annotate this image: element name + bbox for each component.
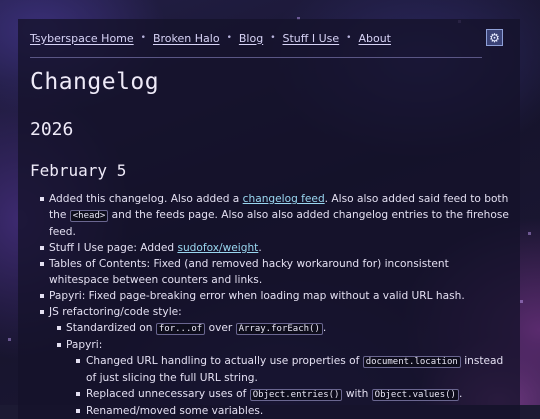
code-snippet: Object.entries() — [249, 389, 343, 401]
sparkle-decoration — [528, 232, 531, 235]
entry-text: Papyri: Fixed page-breaking error when l… — [49, 290, 465, 302]
page-title: Changelog — [30, 69, 160, 95]
code-snippet: <head> — [69, 210, 109, 222]
year-heading: 2026 — [30, 119, 74, 140]
nav-separator: • — [270, 33, 276, 43]
sub-sub-list: Changed URL handling to actually use pro… — [66, 353, 510, 419]
nav-separator: • — [226, 33, 232, 43]
entry-text: JS refactoring/code style: — [49, 306, 182, 318]
list-item: Papyri: Fixed page-breaking error when l… — [18, 288, 510, 304]
entry-text: Standardized on — [66, 322, 156, 334]
nav-link-about[interactable]: About — [358, 32, 391, 45]
list-item: Added this changelog. Also added a chang… — [18, 191, 510, 240]
entry-text: Stuff I Use page: Added — [49, 242, 178, 254]
list-item: Replaced unnecessary uses of Object.entr… — [66, 386, 510, 403]
list-item: Changed URL handling to actually use pro… — [66, 353, 510, 386]
list-item: Tables of Contents: Fixed (and removed h… — [18, 256, 510, 288]
date-heading: February 5 — [30, 161, 127, 180]
code-snippet: document.location — [362, 356, 461, 368]
changelog-content: Added this changelog. Also added a chang… — [18, 191, 510, 419]
entry-text: over — [205, 322, 236, 334]
weight-link[interactable]: sudofox/weight — [177, 242, 258, 254]
entry-text: . — [258, 242, 262, 254]
entry-text: Papyri: — [66, 339, 103, 351]
nav-separator: • — [140, 33, 146, 43]
entry-text: and the feeds page. Also also also added… — [49, 209, 509, 238]
code-snippet: for...of — [155, 323, 206, 335]
sparkle-decoration — [520, 300, 523, 303]
entry-text: . — [458, 388, 463, 400]
entry-text: . — [322, 322, 327, 334]
code-snippet: Array.forEach() — [235, 323, 323, 335]
list-item: JS refactoring/code style: Standardized … — [18, 304, 510, 419]
nav-link-home[interactable]: Tsyberspace Home — [30, 32, 134, 45]
entry-text: Added this changelog. Also added a — [49, 193, 243, 205]
nav-divider — [30, 57, 482, 58]
entry-text: with — [342, 388, 372, 400]
nav-link-broken-halo[interactable]: Broken Halo — [153, 32, 220, 45]
list-item: Stuff I Use page: Added sudofox/weight. — [18, 240, 510, 256]
nav-link-blog[interactable]: Blog — [239, 32, 263, 45]
list-item: Standardized on for...of over Array.forE… — [49, 320, 510, 337]
nav-link-stuff-i-use[interactable]: Stuff I Use — [283, 32, 340, 45]
entry-text: Tables of Contents: Fixed (and removed h… — [49, 258, 449, 286]
list-item: Renamed/moved some variables. — [66, 403, 510, 419]
content-panel: Tsyberspace Home • Broken Halo • Blog • … — [18, 19, 520, 419]
code-snippet: Object.values() — [371, 389, 459, 401]
entry-text: Replaced unnecessary uses of — [86, 388, 250, 400]
nav-separator: • — [346, 33, 352, 43]
changelog-list: Added this changelog. Also added a chang… — [18, 191, 510, 419]
sub-list: Standardized on for...of over Array.forE… — [49, 320, 510, 419]
list-item: Papyri: Changed URL handling to actually… — [49, 337, 510, 419]
gear-icon: ⚙ — [489, 30, 500, 45]
entry-text: Renamed/moved some variables. — [86, 405, 264, 417]
entry-text: Changed URL handling to actually use pro… — [86, 355, 363, 367]
changelog-feed-link[interactable]: changelog feed — [243, 193, 325, 205]
sparkle-decoration — [8, 338, 11, 341]
settings-button[interactable]: ⚙ — [486, 29, 503, 46]
site-nav: Tsyberspace Home • Broken Halo • Blog • … — [30, 30, 391, 46]
